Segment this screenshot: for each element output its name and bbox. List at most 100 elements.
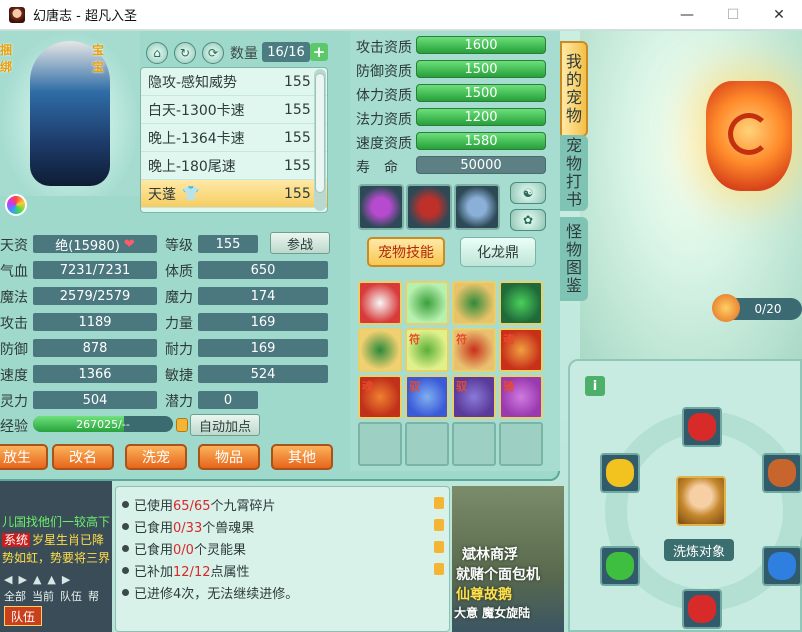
yellow-stone-icon bbox=[606, 459, 634, 487]
wash-info-box: 已使用65/65个九霄碎片 已食用0/33个兽魂果 已食用0/0个灵能果 已补加… bbox=[115, 486, 450, 632]
arrow-left-icon[interactable]: ◀ bbox=[4, 573, 12, 587]
info-text: 已补加 bbox=[134, 565, 174, 580]
chat-tab-current[interactable]: 当前 bbox=[32, 588, 54, 604]
equip-slot-armor[interactable] bbox=[406, 184, 452, 230]
add-slot-button[interactable]: + bbox=[310, 43, 328, 61]
con-label: 体质 bbox=[165, 264, 193, 280]
green-stone-icon bbox=[606, 552, 634, 580]
team-button[interactable]: 队伍 bbox=[4, 606, 42, 626]
maximize-button[interactable]: ☐ bbox=[710, 0, 756, 30]
skill-slot[interactable]: 符 bbox=[405, 328, 449, 372]
mag-value: 174 bbox=[198, 287, 328, 305]
stone-slot-brown[interactable] bbox=[762, 453, 802, 493]
info-text: 已食用 bbox=[134, 521, 174, 536]
skill-slot[interactable]: 驭 bbox=[405, 375, 449, 419]
skill-slot-empty[interactable] bbox=[499, 422, 543, 466]
list-item[interactable]: 白天-1300卡速 155 bbox=[141, 96, 327, 124]
yinyang-icon[interactable]: ☯ bbox=[510, 182, 546, 204]
lock-icon[interactable] bbox=[434, 519, 444, 531]
skill-slot[interactable] bbox=[452, 281, 496, 325]
wash-pet-button[interactable]: 洗宠 bbox=[125, 444, 187, 470]
apt-mp-label: 法力资质 bbox=[356, 112, 412, 128]
pet-counter: 0/20 bbox=[712, 294, 802, 322]
lock-icon[interactable] bbox=[434, 541, 444, 553]
close-button[interactable]: ✕ bbox=[756, 0, 802, 30]
pet-counter-value: 0/20 bbox=[754, 302, 782, 316]
quantity-value: 16/16 bbox=[262, 42, 310, 62]
chat-tab-guild[interactable]: 帮 bbox=[88, 588, 99, 604]
skill-slot[interactable] bbox=[499, 281, 543, 325]
skill-slot[interactable] bbox=[358, 281, 402, 325]
color-dye-button[interactable] bbox=[5, 194, 27, 216]
hp-label: 气血 bbox=[0, 264, 28, 280]
items-button[interactable]: 物品 bbox=[198, 444, 260, 470]
skill-slot[interactable] bbox=[405, 281, 449, 325]
wash-target-portrait[interactable] bbox=[676, 476, 726, 526]
world-scene: 斌林商浮 就赌个面包机 仙尊故鹅 大意 魔女旋陆 bbox=[452, 486, 564, 632]
lock-icon[interactable] bbox=[434, 563, 444, 575]
skill-slot-empty[interactable] bbox=[452, 422, 496, 466]
list-item-selected[interactable]: 天蓬 👕 155 bbox=[141, 180, 327, 208]
stone-slot-red-bottom[interactable] bbox=[682, 589, 722, 629]
arrow-right-icon[interactable]: ▶ bbox=[62, 573, 70, 587]
tab-monster-guide[interactable]: 怪物图鉴 bbox=[560, 217, 588, 301]
skill-slot-empty[interactable] bbox=[405, 422, 449, 466]
apt-def-value: 1500 bbox=[416, 60, 546, 78]
chat-tab-all[interactable]: 全部 bbox=[4, 588, 26, 604]
stone-slot-green[interactable] bbox=[600, 546, 640, 586]
red-stone-icon bbox=[688, 413, 716, 441]
arrow-right-icon[interactable]: ▶ bbox=[18, 573, 26, 587]
skill-slot[interactable]: 符 bbox=[452, 328, 496, 372]
skill-slot[interactable]: 魂 bbox=[499, 328, 543, 372]
pet-name: 白天-1300卡速 bbox=[148, 102, 245, 119]
info-line: 已补加12/12点属性 bbox=[122, 561, 250, 580]
tab-pet-books[interactable]: 宠物打书 bbox=[560, 135, 588, 211]
tab-pet-skills[interactable]: 宠物技能 bbox=[367, 237, 445, 267]
other-button[interactable]: 其他 bbox=[271, 444, 333, 470]
rename-button[interactable]: 改名 bbox=[52, 444, 114, 470]
stone-slot-red[interactable] bbox=[682, 407, 722, 447]
con-value: 650 bbox=[198, 261, 328, 279]
skill-slot[interactable] bbox=[358, 328, 402, 372]
swap-icon[interactable]: ⟳ bbox=[202, 42, 224, 64]
skill-slot[interactable]: 魂 bbox=[358, 375, 402, 419]
arrow-up-icon[interactable]: ▲ bbox=[47, 573, 55, 587]
system-tag: 系统 bbox=[2, 533, 31, 547]
auto-points-button[interactable]: 自动加点 bbox=[190, 414, 260, 436]
home-icon[interactable]: ⌂ bbox=[146, 42, 168, 64]
end-label: 耐力 bbox=[165, 342, 193, 358]
info-icon[interactable]: i bbox=[585, 376, 605, 396]
paw-icon[interactable]: ✿ bbox=[510, 209, 546, 231]
chat-tab-team[interactable]: 队伍 bbox=[60, 588, 82, 604]
list-item[interactable]: 晚上-180尾速 155 bbox=[141, 152, 327, 180]
tab-my-pets[interactable]: 我的宠物 bbox=[560, 41, 588, 137]
info-text: 个九霄碎片 bbox=[210, 499, 276, 514]
spd-value: 1366 bbox=[33, 365, 157, 383]
join-battle-button[interactable]: 参战 bbox=[270, 232, 330, 254]
skill-slot[interactable]: 骑 bbox=[499, 375, 543, 419]
skill-tag: 魂 bbox=[362, 380, 373, 393]
equip-slot-necklace[interactable] bbox=[358, 184, 404, 230]
lock-icon[interactable] bbox=[176, 418, 188, 432]
lock-icon[interactable] bbox=[434, 497, 444, 509]
stone-slot-yellow[interactable] bbox=[600, 453, 640, 493]
info-num: 65/65 bbox=[173, 499, 211, 514]
equip-slot-collar[interactable] bbox=[454, 184, 500, 230]
fire-gem-icon bbox=[706, 81, 792, 191]
stone-slot-blue[interactable] bbox=[762, 546, 802, 586]
atk-label: 攻击 bbox=[0, 316, 28, 332]
pet-panel: 捆绑 宝宝 ⌂ ↻ ⟳ 数量 16/16 + 隐攻-感知威势 155 白天-130… bbox=[0, 31, 560, 481]
list-item[interactable]: 晚上-1364卡速 155 bbox=[141, 124, 327, 152]
potential-value: 0 bbox=[198, 391, 258, 409]
pet-list-scrollbar[interactable] bbox=[314, 69, 326, 211]
arrow-up-icon[interactable]: ▲ bbox=[33, 573, 41, 587]
tab-dragon-cauldron[interactable]: 化龙鼎 bbox=[460, 237, 536, 267]
minimize-button[interactable]: — bbox=[664, 0, 710, 30]
skill-slot[interactable]: 驭 bbox=[452, 375, 496, 419]
refresh-icon[interactable]: ↻ bbox=[174, 42, 196, 64]
list-item[interactable]: 隐攻-感知威势 155 bbox=[141, 68, 327, 96]
release-button[interactable]: 放生 bbox=[0, 444, 48, 470]
spirit-label: 灵力 bbox=[0, 394, 28, 410]
info-text: 已进修4次，无法继续进修。 bbox=[134, 587, 299, 602]
skill-slot-empty[interactable] bbox=[358, 422, 402, 466]
